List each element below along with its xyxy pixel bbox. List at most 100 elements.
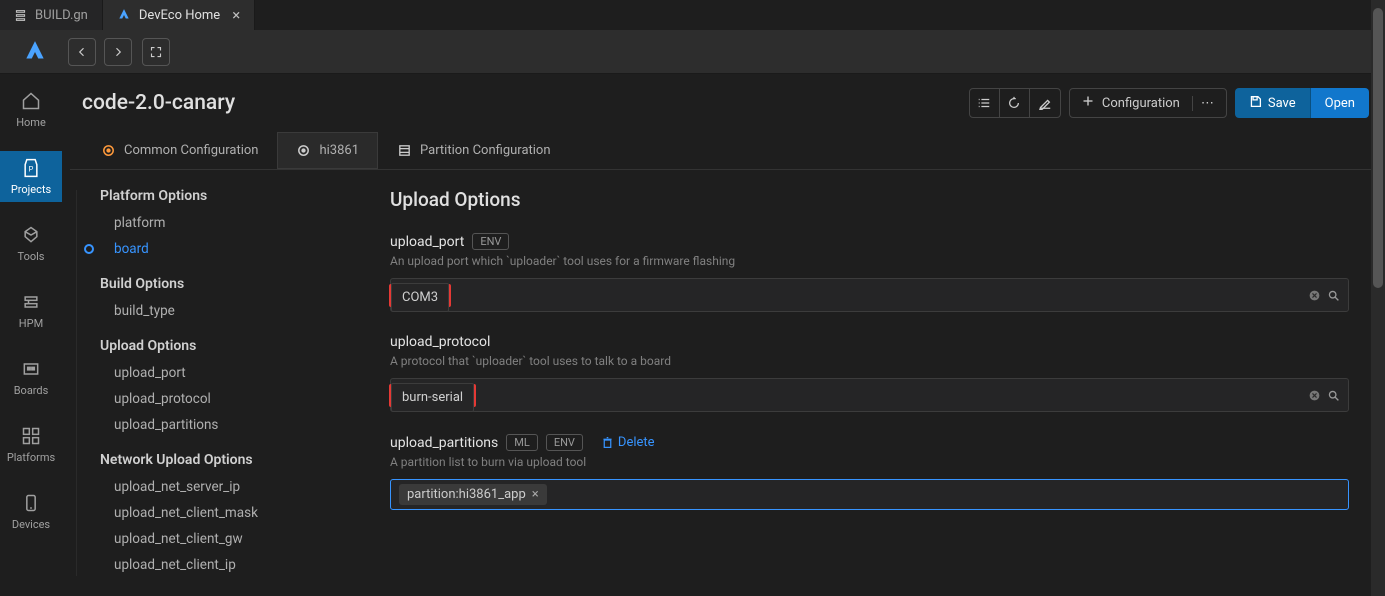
tab-label: Common Configuration [124, 143, 258, 158]
configuration-button[interactable]: Configuration ⋯ [1069, 88, 1227, 118]
upload-port-value[interactable]: COM3 [391, 283, 449, 312]
opt-upload-partitions[interactable]: upload_partitions [86, 412, 364, 438]
opt-build-type[interactable]: build_type [86, 298, 364, 324]
group-build-options: Build Options [86, 276, 364, 292]
tools-icon [20, 224, 42, 246]
scrollbar[interactable] [1371, 0, 1385, 596]
search-icon[interactable] [1327, 289, 1340, 302]
env-chip: ENV [546, 434, 583, 451]
clear-icon[interactable] [1308, 289, 1321, 302]
ml-chip: ML [506, 434, 538, 451]
field-description: A protocol that `uploader` tool uses to … [390, 354, 1349, 368]
open-button[interactable]: Open [1310, 88, 1369, 118]
clear-icon[interactable] [1308, 389, 1321, 402]
header-actions: Configuration ⋯ Save Open [969, 88, 1369, 118]
boards-icon [20, 358, 42, 380]
target-icon [101, 143, 116, 158]
close-icon[interactable]: × [232, 6, 240, 24]
sidebar-item-projects[interactable]: P Projects [0, 151, 62, 202]
group-network-upload-options: Network Upload Options [86, 452, 364, 468]
group-upload-options: Upload Options [86, 338, 364, 354]
sidebar-item-hpm[interactable]: HPM [0, 285, 62, 336]
sidebar-item-tools[interactable]: Tools [0, 218, 62, 269]
save-icon [1249, 95, 1262, 112]
opt-net-client-gw[interactable]: upload_net_client_gw [86, 526, 364, 552]
sidebar-item-label: HPM [19, 317, 43, 330]
home-icon [20, 90, 42, 112]
tab-label: BUILD.gn [35, 8, 88, 23]
field-upload-partitions: upload_partitions ML ENV Delete A partit… [390, 434, 1349, 510]
scrollbar-thumb[interactable] [1373, 8, 1383, 288]
config-tabs: Common Configuration hi3861 Partition Co… [62, 132, 1385, 169]
sidebar-item-boards[interactable]: Boards [0, 352, 62, 403]
sidebar-item-label: Home [16, 116, 46, 129]
refresh-button[interactable] [1000, 89, 1030, 117]
partition-tag: partition:hi3861_app × [399, 484, 547, 505]
file-icon [14, 9, 27, 22]
field-description: A partition list to burn via upload tool [390, 455, 1349, 469]
opt-net-server-ip[interactable]: upload_net_server_ip [86, 474, 364, 500]
tab-common-config[interactable]: Common Configuration [82, 132, 277, 169]
sidebar-item-home[interactable]: Home [0, 84, 62, 135]
edit-button[interactable] [1030, 89, 1060, 117]
opt-net-client-ip[interactable]: upload_net_client_ip [86, 552, 364, 578]
tab-partition-config[interactable]: Partition Configuration [378, 132, 570, 169]
plus-icon [1082, 95, 1094, 111]
delete-link[interactable]: Delete [601, 435, 655, 450]
more-icon[interactable]: ⋯ [1192, 96, 1214, 111]
sidebar-item-label: Devices [12, 518, 50, 531]
field-upload-port: upload_port ENV An upload port which `up… [390, 233, 1349, 312]
sidebar-item-label: Platforms [7, 451, 55, 464]
configuration-label: Configuration [1102, 96, 1180, 111]
env-chip: ENV [472, 233, 509, 250]
opt-upload-protocol[interactable]: upload_protocol [86, 386, 364, 412]
tab-label: hi3861 [319, 143, 359, 158]
svg-text:P: P [29, 164, 34, 173]
view-icons [969, 88, 1061, 118]
save-open-group: Save Open [1235, 88, 1369, 118]
delete-label: Delete [618, 435, 655, 450]
partition-icon [397, 143, 412, 158]
tab-label: Partition Configuration [420, 143, 551, 158]
opt-net-client-mask[interactable]: upload_net_client_mask [86, 500, 364, 526]
devices-icon [20, 492, 42, 514]
target-icon [296, 143, 311, 158]
toolbar [0, 30, 1385, 74]
save-button[interactable]: Save [1235, 88, 1310, 118]
field-label: upload_protocol [390, 334, 490, 350]
opt-board[interactable]: board [86, 236, 364, 262]
projects-icon: P [20, 157, 42, 179]
tab-build-gn[interactable]: BUILD.gn [0, 0, 103, 30]
page-header: code-2.0-canary [62, 74, 1385, 132]
form-area: Upload Options upload_port ENV An upload… [380, 170, 1377, 596]
sidebar-item-platforms[interactable]: Platforms [0, 419, 62, 470]
upload-partitions-input[interactable]: partition:hi3861_app × [390, 479, 1349, 510]
save-label: Save [1268, 96, 1296, 111]
sidebar-item-label: Boards [14, 384, 49, 397]
sidebar-item-label: Projects [11, 183, 51, 196]
forward-button[interactable] [104, 38, 132, 66]
back-button[interactable] [68, 38, 96, 66]
hpm-icon [20, 291, 42, 313]
platforms-icon [20, 425, 42, 447]
group-platform-options: Platform Options [86, 188, 364, 204]
tab-deveco-home[interactable]: DevEco Home × [103, 0, 255, 30]
sidebar-item-devices[interactable]: Devices [0, 486, 62, 537]
remove-tag-icon[interactable]: × [532, 487, 539, 502]
tab-label: DevEco Home [139, 8, 220, 23]
opt-platform[interactable]: platform [86, 210, 364, 236]
list-view-button[interactable] [970, 89, 1000, 117]
field-label: upload_port [390, 234, 464, 250]
opt-upload-port[interactable]: upload_port [86, 360, 364, 386]
page-title: code-2.0-canary [82, 91, 235, 115]
nav-sidebar: Home P Projects Tools HPM Boards [0, 74, 62, 596]
tab-hi3861[interactable]: hi3861 [277, 132, 378, 169]
upload-port-input-row: COM3 [390, 278, 1349, 312]
search-icon[interactable] [1327, 389, 1340, 402]
field-description: An upload port which `uploader` tool use… [390, 254, 1349, 268]
upload-protocol-value[interactable]: burn-serial [391, 383, 474, 412]
upload-protocol-input-row: burn-serial [390, 378, 1349, 412]
field-upload-protocol: upload_protocol A protocol that `uploade… [390, 334, 1349, 412]
expand-button[interactable] [142, 38, 170, 66]
section-title: Upload Options [390, 188, 1349, 211]
